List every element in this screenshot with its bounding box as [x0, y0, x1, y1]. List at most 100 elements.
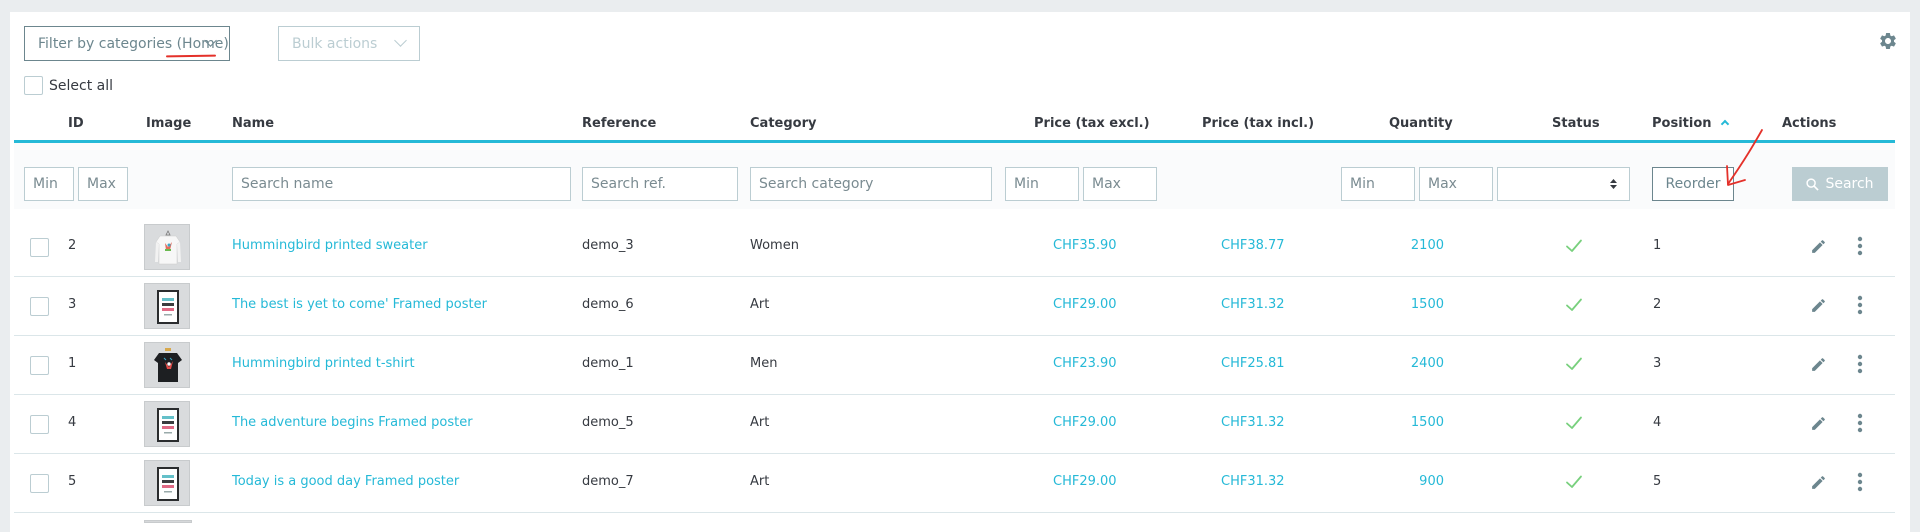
- more-actions-icon[interactable]: [1857, 472, 1863, 492]
- table-row: 4 The adventure begins Framed poster dem…: [14, 395, 1895, 454]
- chevron-down-icon: [394, 34, 407, 47]
- status-enabled-icon[interactable]: [1565, 237, 1583, 255]
- product-position: 3: [1653, 356, 1662, 371]
- product-position: 2: [1653, 297, 1662, 312]
- edit-pencil-icon[interactable]: [1810, 297, 1827, 314]
- select-all-checkbox[interactable]: Select all: [24, 76, 113, 95]
- product-price-incl[interactable]: CHF25.81: [1221, 356, 1285, 371]
- table-row: 2 Hummingbird printed sweater demo_3 Wom…: [14, 218, 1895, 277]
- edit-pencil-icon[interactable]: [1810, 474, 1827, 491]
- search-category-input[interactable]: [750, 167, 992, 201]
- product-price-incl[interactable]: CHF31.32: [1221, 415, 1285, 430]
- price-min-input[interactable]: [1005, 167, 1079, 201]
- table-row: 3 The best is yet to come' Framed poster…: [14, 277, 1895, 336]
- row-checkbox[interactable]: [30, 415, 49, 434]
- product-position: 1: [1653, 238, 1662, 253]
- search-button-label: Search: [1825, 176, 1874, 192]
- id-max-input[interactable]: [78, 167, 128, 201]
- search-icon: [1806, 177, 1820, 191]
- quantity-max-input[interactable]: [1419, 167, 1493, 201]
- product-name-link[interactable]: The best is yet to come' Framed poster: [232, 297, 487, 312]
- status-enabled-icon[interactable]: [1565, 414, 1583, 432]
- status-enabled-icon[interactable]: [1565, 355, 1583, 373]
- bulk-actions-label: Bulk actions: [292, 35, 378, 52]
- row-checkbox[interactable]: [30, 238, 49, 257]
- product-thumbnail[interactable]: [144, 283, 190, 329]
- search-button[interactable]: Search: [1792, 167, 1888, 201]
- product-name-link[interactable]: The adventure begins Framed poster: [232, 415, 473, 430]
- product-quantity[interactable]: 1500: [1394, 297, 1444, 312]
- product-reference: demo_1: [582, 356, 634, 371]
- product-quantity[interactable]: 2400: [1394, 356, 1444, 371]
- more-actions-icon[interactable]: [1857, 295, 1863, 315]
- product-price-excl[interactable]: CHF23.90: [1053, 356, 1117, 371]
- column-header-image: Image: [146, 116, 192, 131]
- status-enabled-icon[interactable]: [1565, 296, 1583, 314]
- edit-pencil-icon[interactable]: [1810, 238, 1827, 255]
- product-quantity[interactable]: 2100: [1394, 238, 1444, 253]
- product-category: Men: [750, 356, 778, 371]
- product-price-excl[interactable]: CHF29.00: [1053, 415, 1117, 430]
- price-max-input[interactable]: [1083, 167, 1157, 201]
- bulk-actions-dropdown[interactable]: Bulk actions: [278, 26, 420, 61]
- checkbox[interactable]: [24, 76, 43, 95]
- product-price-incl[interactable]: CHF38.77: [1221, 238, 1285, 253]
- row-checkbox[interactable]: [30, 297, 49, 316]
- search-reference-input[interactable]: [582, 167, 738, 201]
- column-header-name[interactable]: Name: [232, 116, 274, 131]
- table-row: 1 Hummingbird printed t-shirt demo_1 Men…: [14, 336, 1895, 395]
- gear-icon[interactable]: [1878, 31, 1898, 51]
- column-header-quantity[interactable]: Quantity: [1389, 116, 1453, 131]
- product-quantity[interactable]: 1500: [1394, 415, 1444, 430]
- column-header-reference[interactable]: Reference: [582, 116, 656, 131]
- product-name-link[interactable]: Hummingbird printed sweater: [232, 238, 428, 253]
- column-header-status[interactable]: Status: [1552, 116, 1600, 131]
- product-thumbnail[interactable]: [144, 401, 190, 447]
- product-name-link[interactable]: Today is a good day Framed poster: [232, 474, 459, 489]
- select-all-label: Select all: [49, 77, 113, 94]
- product-reference: demo_3: [582, 238, 634, 253]
- filter-row: Reorder Search: [14, 143, 1895, 209]
- more-actions-icon[interactable]: [1857, 354, 1863, 374]
- product-price-incl[interactable]: CHF31.32: [1221, 474, 1285, 489]
- row-checkbox[interactable]: [30, 474, 49, 493]
- product-price-excl[interactable]: CHF29.00: [1053, 297, 1117, 312]
- search-name-input[interactable]: [232, 167, 571, 201]
- column-header-id[interactable]: ID: [68, 116, 84, 131]
- column-header-price-incl[interactable]: Price (tax incl.): [1202, 116, 1314, 131]
- product-reference: demo_6: [582, 297, 634, 312]
- product-thumbnail[interactable]: [144, 460, 190, 506]
- filter-by-categories-label: Filter by categories (Home): [38, 35, 229, 52]
- id-min-input[interactable]: [24, 167, 74, 201]
- table-row: 5 Today is a good day Framed poster demo…: [14, 454, 1895, 513]
- column-header-position[interactable]: Position: [1652, 116, 1729, 131]
- product-category: Art: [750, 474, 770, 489]
- product-id: 5: [68, 474, 77, 489]
- table-header: ID Image Name Reference Category Price (…: [14, 107, 1895, 143]
- sort-ascending-icon: [1720, 119, 1729, 129]
- product-id: 2: [68, 238, 77, 253]
- product-thumbnail[interactable]: [144, 342, 190, 388]
- quantity-min-input[interactable]: [1341, 167, 1415, 201]
- product-quantity[interactable]: 900: [1394, 474, 1444, 489]
- status-enabled-icon[interactable]: [1565, 473, 1583, 491]
- reorder-button[interactable]: Reorder: [1652, 167, 1734, 201]
- more-actions-icon[interactable]: [1857, 236, 1863, 256]
- more-actions-icon[interactable]: [1857, 413, 1863, 433]
- product-position: 5: [1653, 474, 1662, 489]
- product-price-excl[interactable]: CHF35.90: [1053, 238, 1117, 253]
- column-header-price-excl[interactable]: Price (tax excl.): [1034, 116, 1150, 131]
- status-select[interactable]: [1497, 167, 1630, 201]
- column-header-position-label: Position: [1652, 116, 1712, 131]
- product-id: 3: [68, 297, 77, 312]
- product-category: Art: [750, 415, 770, 430]
- column-header-category[interactable]: Category: [750, 116, 816, 131]
- product-name-link[interactable]: Hummingbird printed t-shirt: [232, 356, 415, 371]
- product-price-incl[interactable]: CHF31.32: [1221, 297, 1285, 312]
- row-checkbox[interactable]: [30, 356, 49, 375]
- product-thumbnail[interactable]: [144, 224, 190, 270]
- product-category: Art: [750, 297, 770, 312]
- edit-pencil-icon[interactable]: [1810, 356, 1827, 373]
- product-price-excl[interactable]: CHF29.00: [1053, 474, 1117, 489]
- edit-pencil-icon[interactable]: [1810, 415, 1827, 432]
